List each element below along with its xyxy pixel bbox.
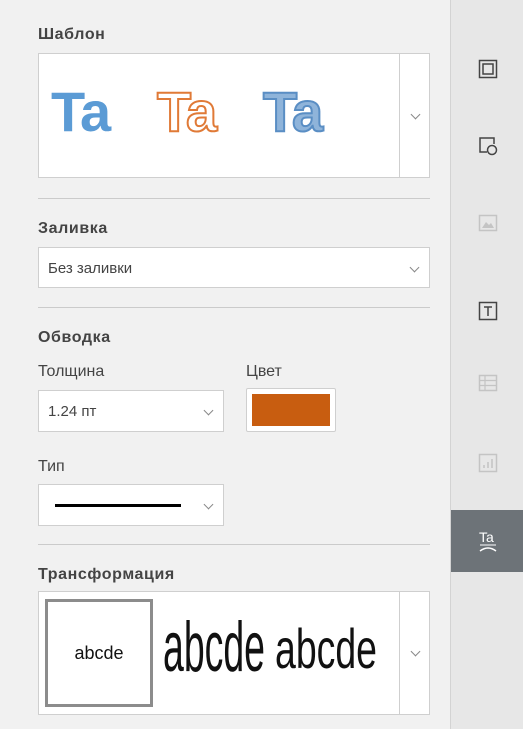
transform-sample-text: abcde xyxy=(74,643,124,663)
color-label: Цвет xyxy=(246,363,282,380)
table-settings-icon xyxy=(478,374,497,392)
image-settings-button xyxy=(451,192,523,254)
text-box-settings-icon xyxy=(478,301,497,321)
shape-settings-icon xyxy=(478,137,497,156)
text-box-settings-button[interactable] xyxy=(451,280,523,342)
chevron-down-icon xyxy=(203,499,214,510)
transform-sample-text: abcde xyxy=(163,608,266,688)
right-settings-sidebar: Ta xyxy=(450,0,523,729)
image-settings-icon xyxy=(478,214,497,232)
fill-select[interactable]: Без заливки xyxy=(38,247,430,288)
text-art-settings-icon: Ta xyxy=(479,529,496,552)
fill-select-value: Без заливки xyxy=(48,260,133,277)
line-type-label: Тип xyxy=(38,458,65,475)
template-sample-text: Ta xyxy=(156,79,218,144)
chevron-down-icon xyxy=(203,405,214,416)
transform-option-none[interactable]: abcde xyxy=(45,599,153,707)
template-dropdown-button[interactable] xyxy=(400,54,430,177)
chevron-down-icon xyxy=(410,646,421,657)
chart-settings-icon xyxy=(478,453,497,473)
solid-line-preview xyxy=(55,504,181,507)
template-sample-text: Ta xyxy=(262,79,324,144)
fill-section-title: Заливка xyxy=(38,220,108,237)
transform-dropdown-button[interactable] xyxy=(400,592,430,714)
stroke-section-title: Обводка xyxy=(38,329,111,346)
text-art-settings-button[interactable]: Ta xyxy=(451,510,523,572)
stroke-color-swatch xyxy=(252,394,330,426)
chevron-down-icon xyxy=(410,109,421,120)
thickness-label: Толщина xyxy=(38,363,105,380)
transform-option-stretch[interactable]: abcde xyxy=(159,599,267,707)
template-picker[interactable]: Ta Ta Ta xyxy=(38,53,430,178)
transform-picker[interactable]: abcde abcde abcde xyxy=(38,591,430,715)
text-art-settings-panel: Шаблон Ta Ta Ta Заливка Без заливки Обво… xyxy=(20,0,450,729)
table-settings-button xyxy=(451,352,523,414)
divider xyxy=(38,198,430,199)
transform-sample-text: abcde xyxy=(275,619,378,681)
chart-settings-button xyxy=(451,432,523,494)
svg-text:Ta: Ta xyxy=(479,529,494,545)
line-type-select[interactable] xyxy=(38,484,224,526)
thickness-select-value: 1.24 пт xyxy=(48,403,97,420)
divider xyxy=(38,307,430,308)
transform-section-title: Трансформация xyxy=(38,566,175,583)
chevron-down-icon xyxy=(409,262,420,273)
shape-settings-button[interactable] xyxy=(451,115,523,177)
paragraph-settings-icon xyxy=(478,59,497,79)
thickness-select[interactable]: 1.24 пт xyxy=(38,390,224,432)
paragraph-settings-button[interactable] xyxy=(451,38,523,100)
template-sample-text: Ta xyxy=(51,80,111,143)
template-section-title: Шаблон xyxy=(38,26,106,43)
transform-option-arch[interactable]: abcde xyxy=(271,599,391,707)
divider xyxy=(38,544,430,545)
stroke-color-button[interactable] xyxy=(246,388,336,432)
